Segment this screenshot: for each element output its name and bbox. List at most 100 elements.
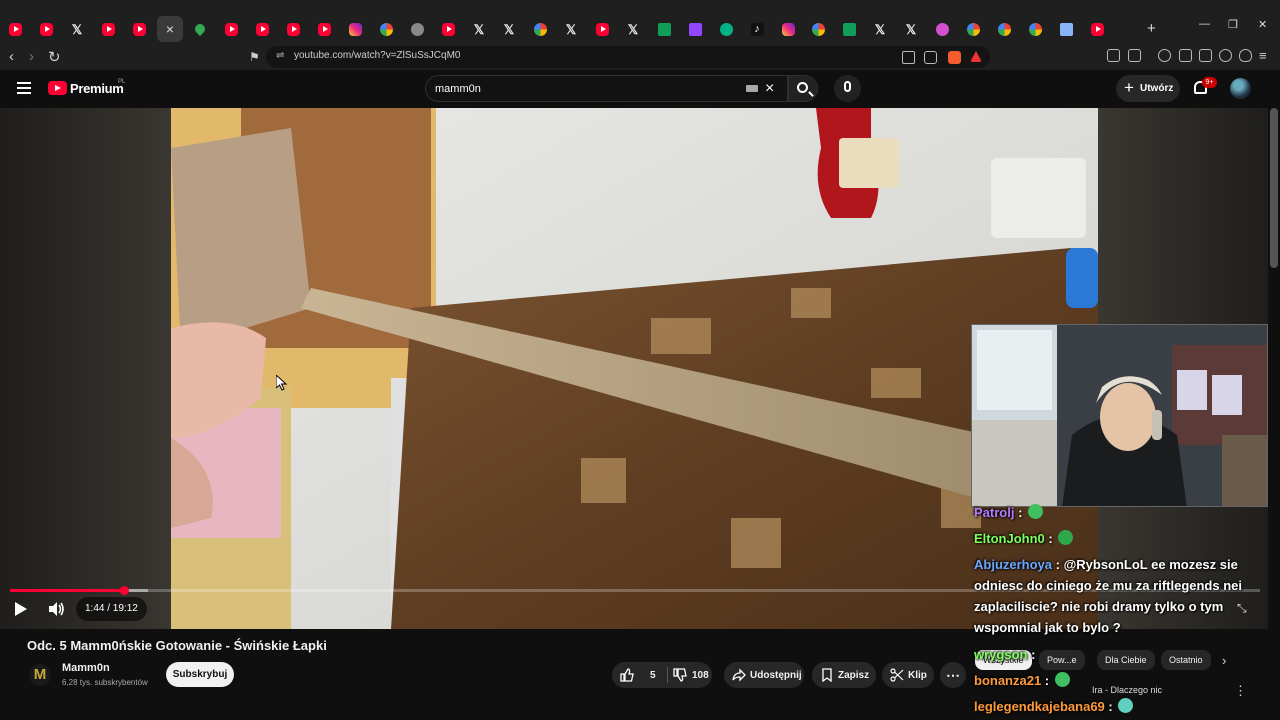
- channel-avatar[interactable]: M: [29, 664, 51, 686]
- browser-tab[interactable]: [805, 16, 831, 42]
- subscribe-button[interactable]: Subskrybuj: [166, 662, 234, 687]
- create-button[interactable]: + Utwórz: [1116, 75, 1180, 102]
- browser-tab[interactable]: [311, 16, 337, 42]
- browser-tab[interactable]: [33, 16, 59, 42]
- url-text[interactable]: youtube.com/watch?v=ZlSuSsJCqM0: [294, 50, 460, 61]
- browser-tab[interactable]: 𝕏: [466, 16, 492, 42]
- youtube-icon: [101, 22, 115, 36]
- browser-tab[interactable]: [1053, 16, 1079, 42]
- like-icon[interactable]: [620, 668, 634, 682]
- browser-tab[interactable]: [836, 16, 862, 42]
- channel-name[interactable]: Mamm0n: [62, 662, 110, 674]
- clear-search-icon[interactable]: ×: [765, 80, 774, 98]
- video-frame[interactable]: [171, 108, 1098, 629]
- minimize-icon[interactable]: —: [1199, 18, 1210, 30]
- like-count[interactable]: 5: [650, 670, 656, 681]
- browser-tab[interactable]: 𝕏: [558, 16, 584, 42]
- app-icon: [935, 22, 949, 36]
- search-value[interactable]: mamm0n: [435, 83, 481, 95]
- leo-ai-icon[interactable]: [1219, 49, 1232, 62]
- forward-icon[interactable]: ›: [29, 48, 34, 65]
- cast-icon[interactable]: [902, 51, 915, 64]
- youtube-logo-icon[interactable]: [48, 81, 67, 95]
- vpn-icon[interactable]: [1239, 49, 1252, 62]
- browser-tab[interactable]: 𝕏: [496, 16, 522, 42]
- volume-icon[interactable]: [47, 600, 65, 618]
- browser-tab[interactable]: [713, 16, 739, 42]
- browser-tab[interactable]: [342, 16, 368, 42]
- search-input[interactable]: mamm0n ×: [425, 75, 788, 102]
- browser-tab[interactable]: [775, 16, 801, 42]
- youtube-icon: [39, 22, 53, 36]
- browser-tab[interactable]: [2, 16, 28, 42]
- menu-icon[interactable]: [17, 82, 31, 94]
- media-icon[interactable]: [1158, 49, 1171, 62]
- search-icon: [797, 82, 808, 93]
- browser-tab[interactable]: 𝕏: [898, 16, 924, 42]
- browser-tab[interactable]: ×: [157, 16, 183, 42]
- browser-tab[interactable]: [95, 16, 121, 42]
- browser-tab[interactable]: [218, 16, 244, 42]
- wallet-icon-2[interactable]: [1199, 49, 1212, 62]
- microphone-icon: [844, 81, 851, 92]
- reload-icon[interactable]: ↻: [48, 48, 61, 66]
- save-button[interactable]: Zapisz: [812, 662, 876, 688]
- browser-tab[interactable]: [929, 16, 955, 42]
- voice-search-button[interactable]: [834, 75, 861, 102]
- brand-label[interactable]: Premium: [70, 81, 124, 96]
- back-icon[interactable]: ‹: [9, 48, 14, 65]
- browser-tab[interactable]: [589, 16, 615, 42]
- browser-tab[interactable]: [651, 16, 677, 42]
- dislike-icon[interactable]: [673, 668, 687, 682]
- site-info-icon[interactable]: ⇌: [276, 50, 284, 61]
- browser-tab[interactable]: [126, 16, 152, 42]
- keyboard-icon[interactable]: [746, 85, 758, 92]
- browser-toolbar: ‹ › ↻ ⚑ ⇌ youtube.com/watch?v=ZlSuSsJCqM…: [0, 44, 1280, 70]
- share-page-icon[interactable]: [924, 51, 937, 64]
- browser-tab[interactable]: [1022, 16, 1048, 42]
- sidebar-icon[interactable]: [1179, 49, 1192, 62]
- clip-button[interactable]: Klip: [882, 662, 934, 688]
- browser-tab[interactable]: [249, 16, 275, 42]
- new-tab-button[interactable]: +: [1147, 20, 1156, 37]
- rewards-icon[interactable]: [970, 51, 982, 62]
- address-bar[interactable]: ⇌ youtube.com/watch?v=ZlSuSsJCqM0: [266, 46, 990, 68]
- maximize-icon[interactable]: ❐: [1228, 18, 1238, 31]
- browser-tab[interactable]: [187, 16, 213, 42]
- share-button[interactable]: Udostępnij: [724, 662, 804, 688]
- wallet-icon[interactable]: [1128, 49, 1141, 62]
- more-actions-button[interactable]: ⋯: [940, 662, 966, 688]
- account-avatar[interactable]: [1230, 78, 1251, 99]
- browser-tab[interactable]: [280, 16, 306, 42]
- browser-tab[interactable]: [682, 16, 708, 42]
- browser-tab[interactable]: 𝕏: [64, 16, 90, 42]
- browser-tab[interactable]: [404, 16, 430, 42]
- chat-username: wrygson: [974, 647, 1028, 662]
- browser-tab[interactable]: [991, 16, 1017, 42]
- progress-scrubber[interactable]: [119, 586, 129, 595]
- sheets-icon: [842, 22, 856, 36]
- browser-menu-icon[interactable]: ≡: [1259, 48, 1267, 63]
- play-icon[interactable]: [15, 602, 27, 616]
- bookmark-icon[interactable]: ⚑: [249, 50, 260, 64]
- browser-tab[interactable]: 𝕏: [867, 16, 893, 42]
- webcam-overlay: [971, 324, 1268, 507]
- browser-tab[interactable]: [527, 16, 553, 42]
- chat-message: Abjuzerhoya : @RybsonLoL ee mozesz sie o…: [974, 554, 1264, 638]
- youtube-icon: [255, 22, 269, 36]
- close-window-icon[interactable]: ✕: [1258, 18, 1267, 31]
- browser-tab[interactable]: [1084, 16, 1110, 42]
- browser-tab[interactable]: [373, 16, 399, 42]
- chat-username: bonanza21: [974, 673, 1042, 688]
- browser-tab[interactable]: [960, 16, 986, 42]
- extensions-icon[interactable]: [1107, 49, 1120, 62]
- browser-tab[interactable]: 𝕏: [620, 16, 646, 42]
- brave-shield-icon[interactable]: [948, 51, 961, 64]
- browser-tab[interactable]: ♪: [744, 16, 770, 42]
- search-button[interactable]: [788, 75, 818, 102]
- x-icon: 𝕏: [874, 21, 886, 37]
- page-scrollbar[interactable]: [1270, 108, 1278, 268]
- chat-message: bonanza21 :: [974, 670, 1264, 691]
- x-icon: 𝕏: [627, 21, 639, 37]
- browser-tab[interactable]: [435, 16, 461, 42]
